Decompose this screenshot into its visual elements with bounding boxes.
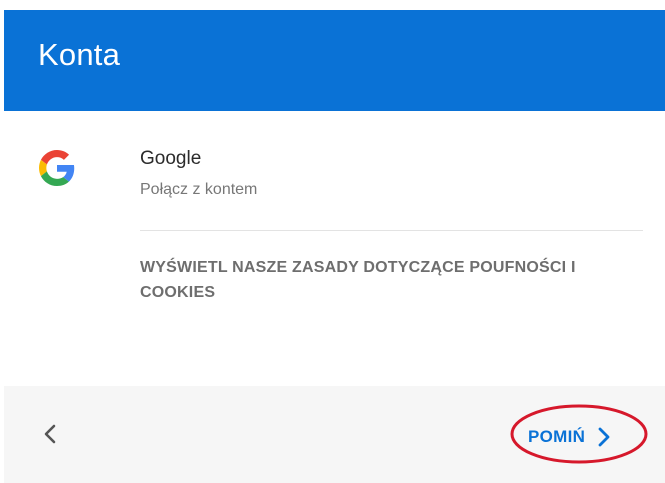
skip-button-label: POMIŃ <box>528 427 586 446</box>
accounts-screen: Konta Google Połącz z kontem WYŚWIETL NA… <box>0 0 665 483</box>
privacy-policy-link[interactable]: WYŚWIETL NASZE ZASADY DOTYCZĄCE POUFNOŚC… <box>140 255 650 305</box>
app-header: Konta <box>4 10 665 111</box>
account-connect-subtitle: Połącz z kontem <box>140 181 258 198</box>
chevron-left-icon[interactable] <box>36 419 64 449</box>
google-account-row[interactable]: Google Połącz z kontem <box>0 140 665 220</box>
page-title: Konta <box>38 37 121 72</box>
divider <box>140 230 643 231</box>
google-logo-icon <box>39 150 75 186</box>
skip-button[interactable]: POMIŃ <box>528 426 611 448</box>
bottom-navigation-bar: POMIŃ <box>4 386 665 483</box>
account-provider-name: Google <box>140 148 202 169</box>
chevron-right-icon <box>598 427 610 447</box>
